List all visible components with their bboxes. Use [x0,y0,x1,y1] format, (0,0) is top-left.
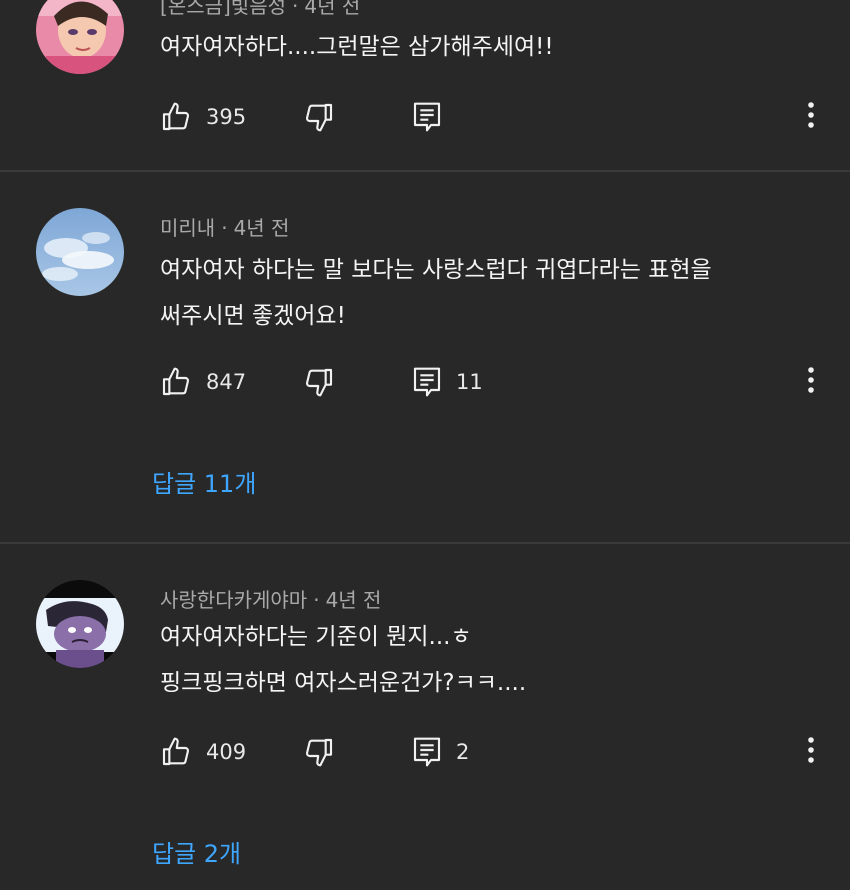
more-actions-button[interactable] [798,732,824,772]
comment-meta: 사랑한다카게야마 · 4년 전 [160,584,381,613]
comment-meta: 미리내 · 4년 전 [160,212,289,241]
comment-meta: [온스금]빛음성 · 4년 전 [160,0,360,19]
comment-divider [0,542,850,544]
avatar[interactable] [36,580,124,668]
thumb-down-icon [303,101,335,133]
dislike-button[interactable] [303,97,335,137]
reply-icon [412,366,442,398]
more-vert-icon [807,366,815,398]
comment-line: 여자여자 하다는 말 보다는 사랑스럽다 귀엽다라는 표현을 [160,257,712,283]
reply-button[interactable] [412,97,456,137]
comment-line: 여자여자하다....그런말은 삼가해주세여!! [160,34,554,60]
comment-actions: 409 2 [0,732,850,772]
more-actions-button[interactable] [798,97,824,137]
comment-time[interactable]: 4년 전 [326,588,382,612]
like-button[interactable]: 395 [160,97,246,137]
avatar[interactable] [36,0,124,74]
author-name[interactable]: 미리내 [160,216,215,240]
more-actions-button[interactable] [798,362,824,402]
comment-text: 여자여자하다....그런말은 삼가해주세여!! [160,24,554,70]
reply-button[interactable]: 11 [412,362,483,402]
author-name[interactable]: [온스금]빛음성 [160,0,286,18]
comment-time[interactable]: 4년 전 [234,216,290,240]
dislike-button[interactable] [303,362,335,402]
reply-count: 2 [456,740,470,764]
more-vert-icon [807,101,815,133]
like-count: 409 [206,740,247,764]
like-count: 847 [206,370,247,394]
meta-separator: · [292,0,299,18]
reply-count: 11 [456,370,483,394]
reply-icon [412,736,442,768]
like-button[interactable]: 409 [160,732,246,772]
thumb-down-icon [303,366,335,398]
avatar[interactable] [36,208,124,296]
meta-separator: · [221,216,228,240]
comment-divider [0,170,850,172]
comment-line: 써주시면 좋겠어요! [160,303,346,329]
thumb-up-icon [160,736,192,768]
reply-icon [412,101,442,133]
meta-separator: · [313,588,320,612]
author-name[interactable]: 사랑한다카게야마 [160,588,307,612]
view-replies-link[interactable]: 답글 2개 [152,834,241,869]
comment-line: 핑크핑크하면 여자스러운건가?ㅋㅋ.... [160,670,527,696]
thumb-down-icon [303,736,335,768]
thumb-up-icon [160,366,192,398]
comment-text: 여자여자 하다는 말 보다는 사랑스럽다 귀엽다라는 표현을 써주시면 좋겠어요… [160,247,712,339]
more-vert-icon [807,736,815,768]
comment-time[interactable]: 4년 전 [304,0,360,18]
reply-button[interactable]: 2 [412,732,469,772]
dislike-button[interactable] [303,732,335,772]
comment-actions: 395 [0,97,850,137]
like-button[interactable]: 847 [160,362,246,402]
view-replies-link[interactable]: 답글 11개 [152,464,256,499]
comment-line: 여자여자하다는 기준이 뭔지...ㅎ [160,624,472,650]
comment-actions: 847 11 [0,362,850,402]
comment-text: 여자여자하다는 기준이 뭔지...ㅎ 핑크핑크하면 여자스러운건가?ㅋㅋ.... [160,614,526,706]
thumb-up-icon [160,101,192,133]
like-count: 395 [206,105,247,129]
